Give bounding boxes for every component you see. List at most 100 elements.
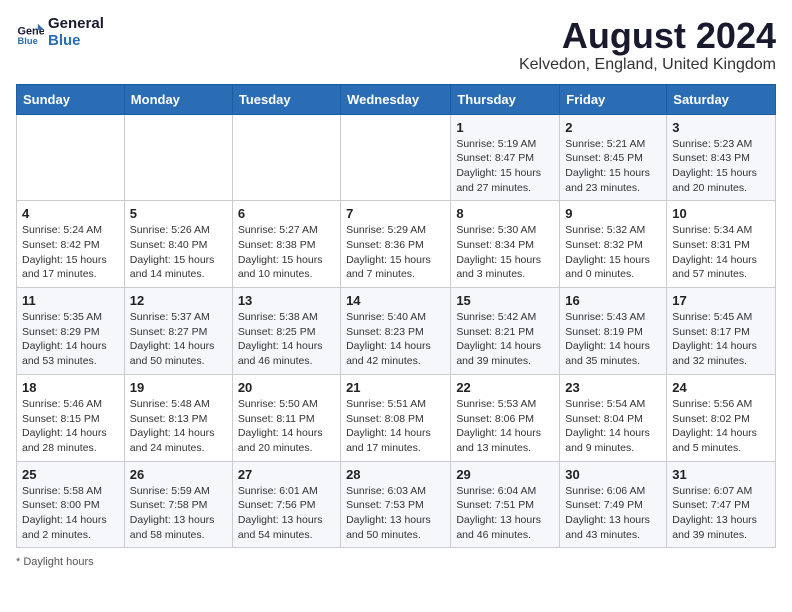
day-number: 2 bbox=[565, 120, 661, 135]
logo-icon: General Blue bbox=[16, 19, 44, 47]
day-cell-16: 16 Sunrise: 5:43 AMSunset: 8:19 PMDayligh… bbox=[560, 288, 667, 375]
day-cell-19: 19 Sunrise: 5:48 AMSunset: 8:13 PMDayligh… bbox=[124, 374, 232, 461]
day-number: 16 bbox=[565, 293, 661, 308]
day-cell-4: 4 Sunrise: 5:24 AMSunset: 8:42 PMDaylight… bbox=[17, 201, 125, 288]
day-cell-13: 13Sunrise: 5:38 AMSunset: 8:25 PMDayligh… bbox=[232, 288, 340, 375]
day-number: 9 bbox=[565, 206, 661, 221]
day-number: 11 bbox=[22, 293, 119, 308]
day-cell-18: 18 Sunrise: 5:46 AMSunset: 8:15 PMDayligh… bbox=[17, 374, 125, 461]
day-cell-14: 14Sunrise: 5:40 AMSunset: 8:23 PMDayligh… bbox=[341, 288, 451, 375]
day-info: Sunrise: 6:01 AMSunset: 7:56 PMDaylight:… bbox=[238, 484, 335, 543]
day-cell-9: 9 Sunrise: 5:32 AMSunset: 8:32 PMDaylight… bbox=[560, 201, 667, 288]
day-number: 10 bbox=[672, 206, 770, 221]
logo-text-general: General bbox=[48, 16, 104, 33]
day-number: 28 bbox=[346, 467, 445, 482]
day-cell-7: 7Sunrise: 5:29 AMSunset: 8:36 PMDaylight… bbox=[341, 201, 451, 288]
day-cell-28: 28 Sunrise: 6:03 AMSunset: 7:53 PMDayligh… bbox=[341, 461, 451, 548]
column-header-friday: Friday bbox=[560, 84, 667, 114]
day-cell-20: 20Sunrise: 5:50 AMSunset: 8:11 PMDayligh… bbox=[232, 374, 340, 461]
day-cell-2: 2 Sunrise: 5:21 AMSunset: 8:45 PMDaylight… bbox=[560, 114, 667, 201]
day-info: Sunrise: 6:03 AMSunset: 7:53 PMDaylight:… bbox=[346, 484, 445, 543]
day-number: 31 bbox=[672, 467, 770, 482]
day-number: 29 bbox=[456, 467, 554, 482]
day-info: Sunrise: 5:32 AMSunset: 8:32 PMDaylight:… bbox=[565, 223, 661, 282]
day-info: Sunrise: 5:21 AMSunset: 8:45 PMDaylight:… bbox=[565, 137, 661, 196]
day-cell-29: 29Sunrise: 6:04 AMSunset: 7:51 PMDayligh… bbox=[451, 461, 560, 548]
svg-text:Blue: Blue bbox=[18, 35, 38, 45]
day-info: Sunrise: 5:48 AMSunset: 8:13 PMDaylight:… bbox=[130, 397, 227, 456]
day-number: 13 bbox=[238, 293, 335, 308]
day-number: 12 bbox=[130, 293, 227, 308]
title-block: August 2024 Kelvedon, England, United Ki… bbox=[519, 16, 776, 74]
day-info: Sunrise: 5:37 AMSunset: 8:27 PMDaylight:… bbox=[130, 310, 227, 369]
day-info: Sunrise: 5:42 AMSunset: 8:21 PMDaylight:… bbox=[456, 310, 554, 369]
day-info: Sunrise: 5:58 AMSunset: 8:00 PMDaylight:… bbox=[22, 484, 119, 543]
day-cell-1: 1Sunrise: 5:19 AMSunset: 8:47 PMDaylight… bbox=[451, 114, 560, 201]
day-info: Sunrise: 5:59 AMSunset: 7:58 PMDaylight:… bbox=[130, 484, 227, 543]
day-number: 19 bbox=[130, 380, 227, 395]
day-cell-10: 10 Sunrise: 5:34 AMSunset: 8:31 PMDayligh… bbox=[667, 201, 776, 288]
day-info: Sunrise: 5:26 AMSunset: 8:40 PMDaylight:… bbox=[130, 223, 227, 282]
footer-note: * Daylight hours bbox=[16, 556, 776, 568]
logo-text-blue: Blue bbox=[48, 33, 104, 50]
week-row-1: 1Sunrise: 5:19 AMSunset: 8:47 PMDaylight… bbox=[17, 114, 776, 201]
day-cell-empty-0-1 bbox=[124, 114, 232, 201]
day-number: 4 bbox=[22, 206, 119, 221]
header-row: SundayMondayTuesdayWednesdayThursdayFrid… bbox=[17, 84, 776, 114]
day-number: 26 bbox=[130, 467, 227, 482]
week-row-2: 4 Sunrise: 5:24 AMSunset: 8:42 PMDaylight… bbox=[17, 201, 776, 288]
day-info: Sunrise: 5:46 AMSunset: 8:15 PMDaylight:… bbox=[22, 397, 119, 456]
day-number: 25 bbox=[22, 467, 119, 482]
day-number: 6 bbox=[238, 206, 335, 221]
day-cell-11: 11 Sunrise: 5:35 AMSunset: 8:29 PMDayligh… bbox=[17, 288, 125, 375]
day-cell-26: 26 Sunrise: 5:59 AMSunset: 7:58 PMDayligh… bbox=[124, 461, 232, 548]
page-header: General Blue General Blue August 2024 Ke… bbox=[16, 16, 776, 74]
day-number: 22 bbox=[456, 380, 554, 395]
column-header-tuesday: Tuesday bbox=[232, 84, 340, 114]
day-info: Sunrise: 5:35 AMSunset: 8:29 PMDaylight:… bbox=[22, 310, 119, 369]
column-header-monday: Monday bbox=[124, 84, 232, 114]
day-cell-8: 8 Sunrise: 5:30 AMSunset: 8:34 PMDaylight… bbox=[451, 201, 560, 288]
day-number: 3 bbox=[672, 120, 770, 135]
day-number: 24 bbox=[672, 380, 770, 395]
day-number: 21 bbox=[346, 380, 445, 395]
day-info: Sunrise: 6:06 AMSunset: 7:49 PMDaylight:… bbox=[565, 484, 661, 543]
day-cell-6: 6 Sunrise: 5:27 AMSunset: 8:38 PMDaylight… bbox=[232, 201, 340, 288]
day-info: Sunrise: 5:56 AMSunset: 8:02 PMDaylight:… bbox=[672, 397, 770, 456]
week-row-5: 25 Sunrise: 5:58 AMSunset: 8:00 PMDayligh… bbox=[17, 461, 776, 548]
day-info: Sunrise: 5:43 AMSunset: 8:19 PMDaylight:… bbox=[565, 310, 661, 369]
day-info: Sunrise: 5:23 AMSunset: 8:43 PMDaylight:… bbox=[672, 137, 770, 196]
week-row-4: 18 Sunrise: 5:46 AMSunset: 8:15 PMDayligh… bbox=[17, 374, 776, 461]
day-info: Sunrise: 5:45 AMSunset: 8:17 PMDaylight:… bbox=[672, 310, 770, 369]
day-number: 20 bbox=[238, 380, 335, 395]
day-cell-empty-0-0 bbox=[17, 114, 125, 201]
day-number: 15 bbox=[456, 293, 554, 308]
day-info: Sunrise: 5:34 AMSunset: 8:31 PMDaylight:… bbox=[672, 223, 770, 282]
day-number: 5 bbox=[130, 206, 227, 221]
day-number: 1 bbox=[456, 120, 554, 135]
day-info: Sunrise: 5:30 AMSunset: 8:34 PMDaylight:… bbox=[456, 223, 554, 282]
column-header-saturday: Saturday bbox=[667, 84, 776, 114]
day-cell-24: 24 Sunrise: 5:56 AMSunset: 8:02 PMDayligh… bbox=[667, 374, 776, 461]
day-number: 23 bbox=[565, 380, 661, 395]
day-cell-3: 3 Sunrise: 5:23 AMSunset: 8:43 PMDaylight… bbox=[667, 114, 776, 201]
month-title: August 2024 bbox=[519, 16, 776, 56]
column-header-sunday: Sunday bbox=[17, 84, 125, 114]
calendar-table: SundayMondayTuesdayWednesdayThursdayFrid… bbox=[16, 84, 776, 549]
day-cell-empty-0-2 bbox=[232, 114, 340, 201]
day-cell-5: 5 Sunrise: 5:26 AMSunset: 8:40 PMDaylight… bbox=[124, 201, 232, 288]
day-cell-empty-0-3 bbox=[341, 114, 451, 201]
day-number: 18 bbox=[22, 380, 119, 395]
day-info: Sunrise: 5:24 AMSunset: 8:42 PMDaylight:… bbox=[22, 223, 119, 282]
day-info: Sunrise: 5:27 AMSunset: 8:38 PMDaylight:… bbox=[238, 223, 335, 282]
day-info: Sunrise: 5:54 AMSunset: 8:04 PMDaylight:… bbox=[565, 397, 661, 456]
day-number: 8 bbox=[456, 206, 554, 221]
day-cell-21: 21Sunrise: 5:51 AMSunset: 8:08 PMDayligh… bbox=[341, 374, 451, 461]
day-cell-27: 27Sunrise: 6:01 AMSunset: 7:56 PMDayligh… bbox=[232, 461, 340, 548]
day-number: 7 bbox=[346, 206, 445, 221]
column-header-wednesday: Wednesday bbox=[341, 84, 451, 114]
location-subtitle: Kelvedon, England, United Kingdom bbox=[519, 56, 776, 74]
day-number: 17 bbox=[672, 293, 770, 308]
logo: General Blue General Blue bbox=[16, 16, 104, 49]
day-cell-15: 15 Sunrise: 5:42 AMSunset: 8:21 PMDayligh… bbox=[451, 288, 560, 375]
